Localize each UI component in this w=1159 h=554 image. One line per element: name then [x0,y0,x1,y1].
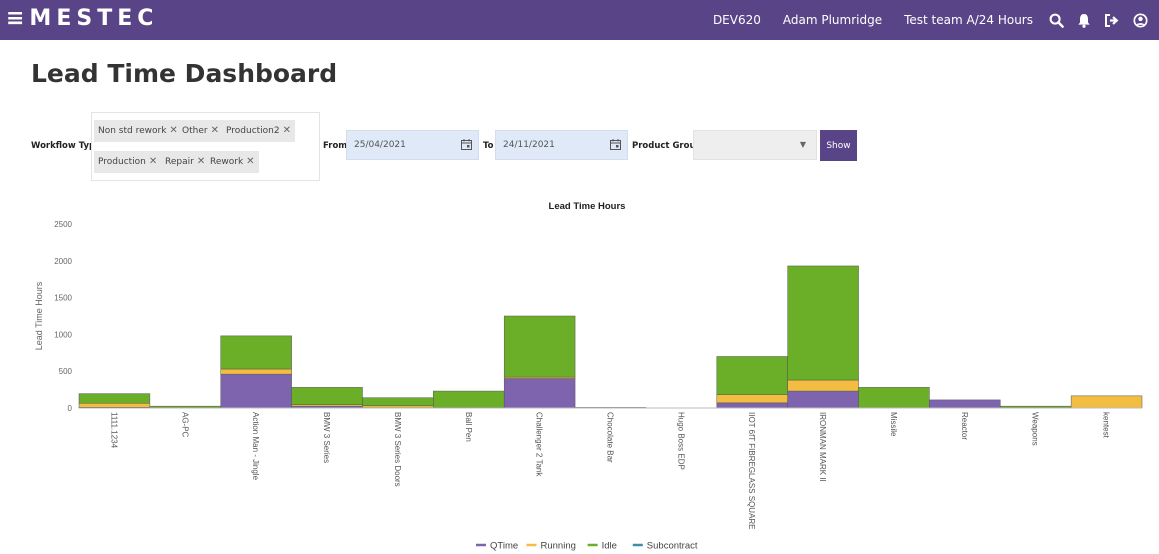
x-tick-label: AG-PC [180,412,189,438]
workflow-tag[interactable]: Production ✕ [94,151,162,173]
bar-segment-idle[interactable] [149,405,221,408]
x-tick-label: Reactor [960,412,969,440]
calendar-icon[interactable] [461,139,472,150]
remove-tag-icon[interactable]: ✕ [169,125,177,136]
lead-time-chart: 0 500 1000 1500 2000 2500 1111.1234 AG-PC Actio… [34,201,1143,552]
bar-segment-qtime[interactable] [787,390,859,409]
workflow-tag[interactable]: Rework ✕ [206,151,259,173]
top-bar: ≡MESTEC DEV620 Adam Plumridge Test team … [0,0,1159,40]
workflow-tag[interactable]: Repair ✕ [161,151,210,173]
bar-segment-idle[interactable] [858,387,930,409]
chart-title: Lead Time Hours [549,201,626,212]
top-nav: DEV620 Adam Plumridge Test team A/24 Hou… [691,0,1149,40]
to-date-input[interactable]: 24/11/2021 [495,130,628,160]
x-tick-label: Weapons [1031,412,1040,446]
product-group-label: Product Group [632,141,702,151]
bar-segment-idle[interactable] [503,315,576,378]
bar-segment-qtime[interactable] [929,399,1001,409]
bar-segment-idle[interactable] [1000,405,1072,408]
y-tick-label: 2000 [54,257,72,266]
to-date-value: 24/11/2021 [503,140,555,150]
search-icon[interactable] [1047,11,1065,29]
remove-tag-icon[interactable]: ✕ [283,125,291,136]
bar-segment-qtime[interactable] [503,378,576,409]
calendar-icon[interactable] [610,139,621,150]
bar-segment-idle[interactable] [787,265,859,381]
chevron-down-icon: ▼ [799,140,806,149]
remove-tag-icon[interactable]: ✕ [149,156,157,167]
bar-segment-idle[interactable] [78,393,151,404]
x-tick-label: Missile [889,412,898,437]
x-tick-label: kentest [1102,412,1111,439]
bar-segment-qtime[interactable] [220,373,292,409]
bar-segment-running[interactable] [362,405,434,408]
bell-icon[interactable] [1075,11,1093,29]
x-tick-label: IIOT 6fT FIBREGLASS SQUARE [747,412,756,530]
x-tick-label: BMW 3 Series [322,412,331,463]
y-tick-label: 2500 [54,220,72,229]
y-tick-label: 1500 [54,294,72,303]
bar-segment-idle[interactable] [716,356,788,395]
from-date-value: 25/04/2021 [354,140,406,150]
server-name: DEV620 [712,13,761,27]
bar-segment-idle[interactable] [433,390,505,408]
legend-item[interactable]: Running [541,541,576,552]
x-tick-label: Challenger 2 Tank [535,412,544,477]
bar-segment-running[interactable] [787,379,859,392]
x-tick-label: Chocolate Bar [606,412,615,463]
legend-item[interactable]: Idle [602,541,617,552]
app-logo[interactable]: ≡MESTEC [6,6,158,32]
workflow-tag[interactable]: Production2 ✕ [222,120,295,142]
user-name[interactable]: Adam Plumridge [783,13,882,27]
remove-tag-icon[interactable]: ✕ [197,156,205,167]
page-title: Lead Time Dashboard [31,59,338,88]
logout-icon[interactable] [1103,11,1121,29]
team-name[interactable]: Test team A/24 Hours [904,13,1033,27]
y-tick-label: 0 [68,404,73,413]
from-label: From [323,141,348,151]
x-tick-label: BMW 3 Series Doors [393,412,402,487]
legend-item[interactable]: Subcontract [647,541,698,552]
x-tick-label: Hugo Boss EDP [676,412,685,470]
y-tick-label: 1000 [54,330,72,339]
show-button[interactable]: Show [820,130,857,161]
bar-segment-idle[interactable] [362,397,434,407]
workflow-tag[interactable]: Non std rework ✕ [94,120,182,142]
x-tick-label: Ball Pen [464,412,473,442]
y-axis-label: Lead Time Hours [34,281,44,350]
bar-segment-running[interactable] [1070,395,1143,409]
y-tick-label: 500 [59,367,73,376]
bar-segment-idle[interactable] [291,387,363,405]
workflow-type-multiselect[interactable]: Non std rework ✕ Other ✕ Production2 ✕ Prod… [91,112,320,181]
x-tick-label: IRONMAN MARK II [818,412,827,482]
to-label: To [483,141,494,151]
bar-segment-running[interactable] [716,394,788,404]
x-tick-label: 1111.1234 [109,412,118,449]
remove-tag-icon[interactable]: ✕ [211,125,219,136]
bar-segment-qtime[interactable] [716,402,788,409]
product-group-select[interactable]: ▼ [693,130,817,160]
bar-segment-running[interactable] [220,368,292,375]
bar-segment-idle[interactable] [220,335,292,370]
from-date-input[interactable]: 25/04/2021 [346,130,479,160]
x-tick-label: Action Man - Jingle [251,412,260,481]
workflow-tag[interactable]: Other ✕ [178,120,223,142]
bar-segment-running[interactable] [78,402,151,408]
legend-item[interactable]: QTime [490,541,518,552]
remove-tag-icon[interactable]: ✕ [246,156,254,167]
user-icon[interactable] [1131,11,1149,29]
